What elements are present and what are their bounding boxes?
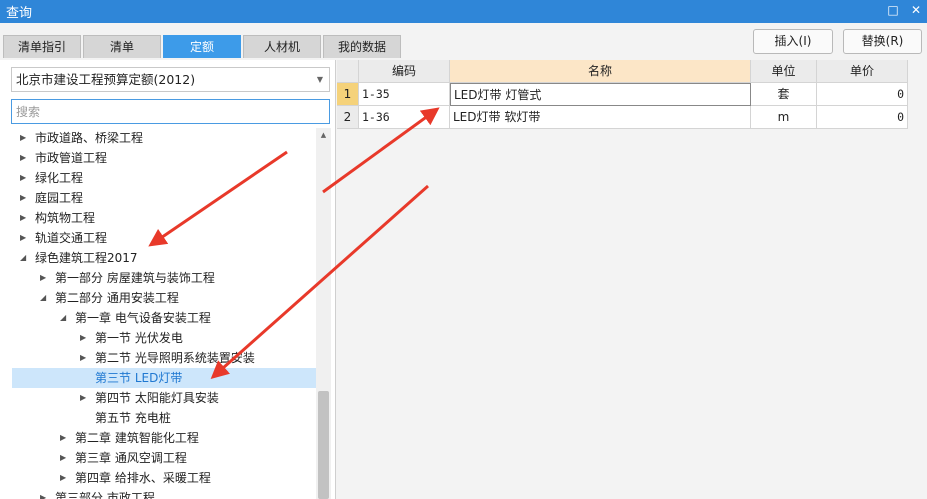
tree-item-label: 第一章 电气设备安装工程 (75, 311, 211, 325)
collapse-arrow-icon[interactable]: ◢ (60, 308, 70, 328)
tree-item[interactable]: ▶ 绿化工程 (0, 168, 316, 188)
tree-item[interactable]: 第五节 充电桩 (0, 408, 316, 428)
tree-scrollbar[interactable]: ▲ (316, 128, 331, 499)
left-panel: 北京市建设工程预算定额(2012) ▼ ▶ 市政道路、桥梁工程 ▶ 市政管道工程 ▶ 绿化… (0, 60, 336, 499)
code-column-header[interactable]: 编码 (359, 60, 450, 83)
tree-item-label: 第二节 光导照明系统装置安装 (95, 351, 255, 365)
row-unit[interactable]: 套 (751, 83, 817, 106)
tree-item-label: 第四节 太阳能灯具安装 (95, 391, 219, 405)
tree-item-label: 第二章 建筑智能化工程 (75, 431, 199, 445)
expand-arrow-icon[interactable]: ▶ (20, 128, 30, 148)
tree-item-label: 第二部分 通用安装工程 (55, 291, 179, 305)
close-icon[interactable]: ✕ (907, 1, 925, 19)
tree-item[interactable]: ▶ 庭园工程 (0, 188, 316, 208)
tree-item[interactable]: ◢ 第二部分 通用安装工程 (0, 288, 316, 308)
tree-item[interactable]: ▶ 构筑物工程 (0, 208, 316, 228)
expand-arrow-icon[interactable]: ▶ (20, 168, 30, 188)
tree-item-label: 市政道路、桥梁工程 (35, 131, 144, 145)
tree-item[interactable]: ▶ 轨道交通工程 (0, 228, 316, 248)
chevron-down-icon: ▼ (316, 75, 323, 84)
window-title: 查询 (6, 6, 33, 21)
expand-arrow-icon[interactable]: ▶ (40, 268, 50, 288)
replace-button[interactable]: 替换(R) (843, 29, 922, 54)
quota-library-value: 北京市建设工程预算定额(2012) (16, 72, 196, 87)
row-code[interactable]: 1-36 (359, 106, 450, 129)
tree-item[interactable]: ▶ 第四节 太阳能灯具安装 (0, 388, 316, 408)
row-price[interactable]: 0 (817, 83, 908, 106)
expand-arrow-icon[interactable]: ▶ (40, 488, 50, 499)
name-column-header[interactable]: 名称 (450, 60, 751, 83)
tree-item[interactable]: ▶ 第二节 光导照明系统装置安装 (0, 348, 316, 368)
row-name[interactable]: LED灯带 软灯带 (450, 106, 751, 129)
tree-item[interactable]: ◢ 第一章 电气设备安装工程 (0, 308, 316, 328)
scroll-up-icon[interactable]: ▲ (316, 128, 331, 142)
expand-arrow-icon[interactable]: ▶ (20, 208, 30, 228)
row-price[interactable]: 0 (817, 106, 908, 129)
quota-library-select[interactable]: 北京市建设工程预算定额(2012) ▼ (11, 67, 330, 92)
tree-item-label: 绿化工程 (35, 171, 84, 185)
expand-arrow-icon[interactable]: ▶ (80, 328, 90, 348)
quota-tree: ▶ 市政道路、桥梁工程 ▶ 市政管道工程 ▶ 绿化工程 ▶ 庭园工程 ▶ 构筑物工程 ▶ 轨道交通工程… (0, 128, 316, 499)
collapse-arrow-icon[interactable]: ◢ (20, 248, 30, 268)
expand-arrow-icon[interactable]: ▶ (20, 228, 30, 248)
row-number-header (337, 60, 359, 83)
tree-item[interactable]: ▶ 第一部分 房屋建筑与装饰工程 (0, 268, 316, 288)
tree-item[interactable]: ▶ 第一节 光伏发电 (0, 328, 316, 348)
tree-item-label: 构筑物工程 (35, 211, 96, 225)
tree-item[interactable]: ▶ 第三章 通风空调工程 (0, 448, 316, 468)
tree-item-label: 轨道交通工程 (35, 231, 108, 245)
tree-item-label: 第五节 充电桩 (95, 411, 171, 425)
window-titlebar: 查询 □ ✕ (0, 0, 927, 23)
tree-item-label: 庭园工程 (35, 191, 84, 205)
expand-arrow-icon[interactable]: ▶ (60, 448, 70, 468)
expand-arrow-icon[interactable]: ▶ (20, 188, 30, 208)
scrollbar-thumb[interactable] (318, 391, 329, 499)
row-number[interactable]: 2 (337, 106, 359, 129)
expand-arrow-icon[interactable]: ▶ (20, 148, 30, 168)
tab-materials[interactable]: 人材机 (243, 35, 321, 58)
collapse-arrow-icon[interactable]: ◢ (40, 288, 50, 308)
tree-item[interactable]: ▶ 第四章 给排水、采暖工程 (0, 468, 316, 488)
row-name[interactable]: LED灯带 灯管式 (450, 83, 751, 106)
expand-arrow-icon[interactable]: ▶ (80, 348, 90, 368)
tree-item-label: 绿色建筑工程2017 (35, 251, 138, 265)
insert-button[interactable]: 插入(I) (753, 29, 833, 54)
price-column-header[interactable]: 单价 (817, 60, 908, 83)
restore-icon[interactable]: □ (884, 1, 902, 19)
tab-bill-guide[interactable]: 清单指引 (3, 35, 81, 58)
tab-quota[interactable]: 定额 (163, 35, 241, 58)
tree-item[interactable]: ◢ 绿色建筑工程2017 (0, 248, 316, 268)
search-input[interactable] (11, 99, 330, 124)
tree-item-label: 第三部分 市政工程 (55, 491, 155, 499)
tree-item-label: 市政管道工程 (35, 151, 108, 165)
tree-item[interactable]: ▶ 市政管道工程 (0, 148, 316, 168)
tree-item-label: 第三节 LED灯带 (95, 371, 183, 385)
expand-arrow-icon[interactable]: ▶ (60, 468, 70, 488)
row-number[interactable]: 1 (337, 83, 359, 106)
tree-item-label: 第一节 光伏发电 (95, 331, 183, 345)
tab-bill[interactable]: 清单 (83, 35, 161, 58)
tree-item[interactable]: ▶ 第二章 建筑智能化工程 (0, 428, 316, 448)
row-unit[interactable]: m (751, 106, 817, 129)
tree-item-label: 第四章 给排水、采暖工程 (75, 471, 211, 485)
unit-column-header[interactable]: 单位 (751, 60, 817, 83)
row-code[interactable]: 1-35 (359, 83, 450, 106)
tab-bar: 清单指引 清单 定额 人材机 我的数据 插入(I) 替换(R) (0, 23, 927, 60)
tree-item[interactable]: 第三节 LED灯带 (12, 368, 316, 388)
tree-item-label: 第一部分 房屋建筑与装饰工程 (55, 271, 215, 285)
tree-item[interactable]: ▶ 市政道路、桥梁工程 (0, 128, 316, 148)
expand-arrow-icon[interactable]: ▶ (80, 388, 90, 408)
tab-my-data[interactable]: 我的数据 (323, 35, 401, 58)
tree-item[interactable]: ▶ 第三部分 市政工程 (0, 488, 316, 499)
tree-item-label: 第三章 通风空调工程 (75, 451, 187, 465)
expand-arrow-icon[interactable]: ▶ (60, 428, 70, 448)
